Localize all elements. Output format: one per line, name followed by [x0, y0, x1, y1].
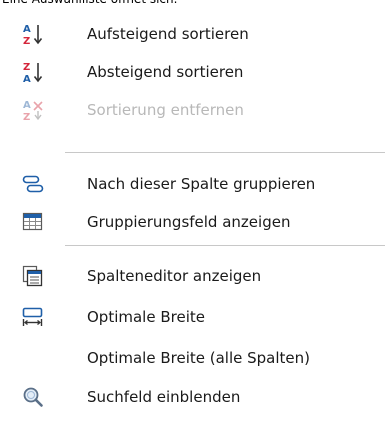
column-context-menu: A Z Aufsteigend sortieren Z A Absteigend…	[0, 8, 385, 429]
svg-text:Z: Z	[23, 112, 30, 122]
svg-text:Z: Z	[23, 36, 30, 46]
menu-item-label: Aufsteigend sortieren	[87, 25, 249, 43]
menu-item-group-by-column[interactable]: Nach dieser Spalte gruppieren	[0, 165, 385, 203]
menu-item-label: Sortierung entfernen	[87, 101, 244, 119]
search-icon	[22, 385, 44, 409]
caption-text: Eine Auswahlliste öffnet sich.	[2, 0, 177, 8]
best-fit-icon	[22, 305, 44, 329]
menu-item-label: Optimale Breite	[87, 308, 205, 326]
menu-item-best-fit-all-columns[interactable]: Optimale Breite (alle Spalten)	[0, 339, 385, 377]
group-panel-icon	[22, 210, 44, 234]
menu-item-label: Spalteneditor anzeigen	[87, 267, 262, 285]
menu-separator	[65, 245, 385, 246]
svg-text:A: A	[23, 24, 31, 35]
menu-item-best-fit[interactable]: Optimale Breite	[0, 298, 385, 336]
sort-descending-icon: Z A	[22, 60, 44, 84]
menu-item-label: Optimale Breite (alle Spalten)	[87, 349, 310, 367]
menu-item-sort-ascending[interactable]: A Z Aufsteigend sortieren	[0, 15, 385, 53]
svg-text:A: A	[23, 74, 31, 84]
menu-item-sort-descending[interactable]: Z A Absteigend sortieren	[0, 53, 385, 91]
menu-item-label: Nach dieser Spalte gruppieren	[87, 175, 316, 193]
group-by-column-icon	[22, 172, 44, 196]
menu-item-show-search[interactable]: Suchfeld einblenden	[0, 378, 385, 416]
menu-item-label: Gruppierungsfeld anzeigen	[87, 213, 291, 231]
menu-item-clear-sort: A Z Sortierung entfernen	[0, 91, 385, 129]
sort-ascending-icon: A Z	[22, 22, 44, 46]
menu-separator	[65, 152, 385, 153]
clear-sort-icon: A Z	[22, 98, 44, 122]
svg-text:Z: Z	[23, 62, 30, 73]
svg-text:A: A	[23, 100, 31, 111]
menu-item-label: Absteigend sortieren	[87, 63, 244, 81]
menu-item-label: Suchfeld einblenden	[87, 388, 241, 406]
menu-item-show-group-panel[interactable]: Gruppierungsfeld anzeigen	[0, 203, 385, 241]
column-chooser-icon	[22, 264, 44, 288]
menu-item-column-chooser[interactable]: Spalteneditor anzeigen	[0, 257, 385, 295]
